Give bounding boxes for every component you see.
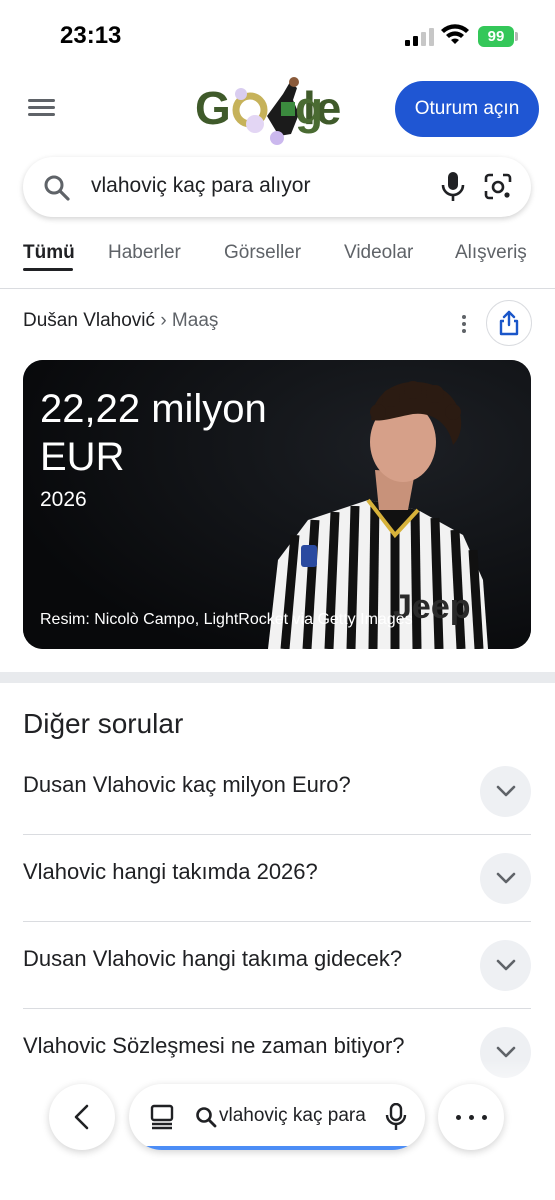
salary-answer-card[interactable]: Jeep 22,22 milyon EUR 2026 Resim: Nicolò… [23, 360, 531, 649]
paa-question-text: Vlahovic Sözleşmesi ne zaman bitiyor? [23, 1033, 405, 1058]
menu-button[interactable] [28, 95, 58, 123]
tab-all[interactable]: Tümü [23, 242, 75, 264]
paa-question[interactable]: Dusan Vlahovic hangi takıma gidecek? [23, 922, 531, 1009]
active-tab-indicator [23, 268, 73, 271]
bottom-search-query[interactable]: vlahoviç kaç para alıyor [219, 1105, 367, 1127]
svg-text:G: G [195, 82, 231, 134]
chevron-down-icon [496, 872, 516, 884]
breadcrumb-separator: › [160, 310, 167, 331]
paa-question[interactable]: Vlahovic hangi takımda 2026? [23, 835, 531, 922]
battery-level: 99 [487, 28, 505, 45]
tab-videos[interactable]: Videolar [344, 242, 413, 264]
search-box[interactable]: vlahoviç kaç para alıyor [23, 157, 531, 217]
wifi-icon [441, 24, 469, 44]
google-lens-icon[interactable] [483, 173, 513, 201]
paa-question[interactable]: Dusan Vlahovic kaç milyon Euro? [23, 748, 531, 835]
tabs-icon[interactable] [149, 1104, 175, 1130]
chevron-down-icon [496, 959, 516, 971]
expand-button[interactable] [480, 766, 531, 817]
more-menu-button[interactable] [438, 1084, 504, 1150]
microphone-icon[interactable] [385, 1103, 407, 1131]
battery-tip [515, 32, 518, 41]
search-icon [44, 175, 70, 201]
bottom-search-bar[interactable]: vlahoviç kaç para alıyor [129, 1084, 425, 1150]
result-breadcrumb[interactable]: Dušan Vlahović › Maaş [23, 310, 218, 332]
status-bar: 23:13 99 [0, 0, 555, 70]
cellular-signal-icon [405, 28, 434, 46]
tab-images[interactable]: Görseller [224, 242, 301, 264]
expand-button[interactable] [480, 940, 531, 991]
tab-shopping[interactable]: Alışveriş [455, 242, 527, 264]
battery-icon: 99 [478, 26, 514, 47]
salary-amount: 22,22 milyon EUR [40, 387, 267, 479]
image-credit: Resim: Nicolò Campo, LightRocket via Get… [40, 611, 413, 628]
paa-question-text: Dusan Vlahovic hangi takıma gidecek? [23, 946, 403, 971]
chevron-down-icon [496, 1046, 516, 1058]
salary-year: 2026 [40, 488, 87, 511]
status-time: 23:13 [60, 22, 122, 49]
breadcrumb-attribute: Maaş [171, 310, 219, 331]
svg-text:g: g [295, 82, 323, 134]
paa-question-text: Vlahovic hangi takımda 2026? [23, 859, 318, 884]
expand-button[interactable] [480, 853, 531, 904]
search-icon [196, 1107, 217, 1128]
paa-question-text: Dusan Vlahovic kaç milyon Euro? [23, 772, 351, 797]
section-divider [0, 672, 555, 683]
chevron-left-icon [74, 1104, 89, 1130]
page-load-indicator [143, 1146, 413, 1150]
search-input[interactable]: vlahoviç kaç para alıyor [91, 174, 310, 198]
more-options-icon[interactable] [461, 312, 467, 334]
search-tabs: Tümü Haberler Görseller Videolar Alışver… [0, 238, 555, 289]
microphone-icon[interactable] [440, 171, 466, 203]
paa-title: Diğer sorular [23, 708, 184, 739]
google-doodle-logo[interactable]: G le g [195, 74, 365, 146]
share-button[interactable] [486, 300, 532, 346]
tab-news[interactable]: Haberler [108, 242, 181, 264]
share-icon [499, 310, 519, 336]
back-button[interactable] [49, 1084, 115, 1150]
sign-in-button[interactable]: Oturum açın [395, 81, 539, 137]
chevron-down-icon [496, 785, 516, 797]
breadcrumb-entity[interactable]: Dušan Vlahović [23, 310, 155, 331]
